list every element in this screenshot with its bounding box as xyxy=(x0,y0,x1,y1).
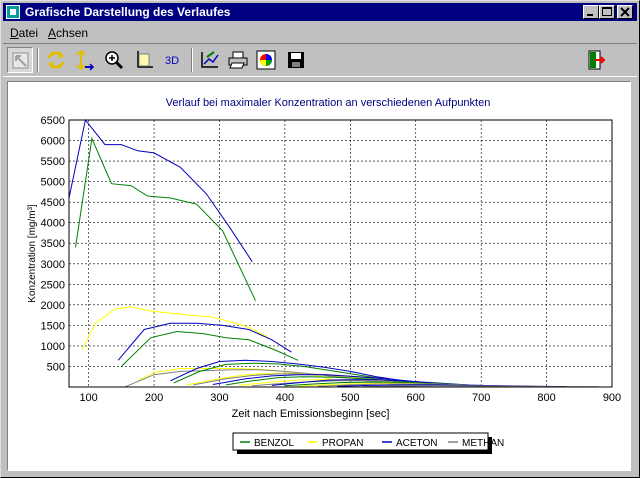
series-line-benzol-1 xyxy=(75,136,256,301)
refresh-button[interactable] xyxy=(43,47,69,73)
close-icon xyxy=(620,7,630,17)
y-tick-label: 2500 xyxy=(41,279,65,291)
menu-datei-accel: D xyxy=(10,26,19,40)
toolbar-separator xyxy=(37,48,39,72)
app-icon[interactable] xyxy=(6,5,20,19)
series-line-aceton-3 xyxy=(117,322,292,361)
chart-area: Verlauf bei maximaler Konzentration an v… xyxy=(7,81,631,471)
maximize-button[interactable] xyxy=(599,5,615,19)
3d-button[interactable]: 3D xyxy=(161,47,187,73)
toolbar: 3D xyxy=(3,43,637,77)
legend: BENZOL PROPAN ACETON METHAN xyxy=(232,432,504,454)
menu-datei-rest: atei xyxy=(18,26,39,40)
exit-button[interactable] xyxy=(583,47,609,73)
x-tick-label: 100 xyxy=(79,392,97,404)
frame-button[interactable] xyxy=(131,47,157,73)
y-tick-label: 4000 xyxy=(41,218,65,230)
y-tick-label: 3000 xyxy=(41,259,65,271)
title-bar[interactable]: Grafische Darstellung des Verlaufes xyxy=(3,3,637,21)
series-lines xyxy=(68,118,599,388)
window-title: Grafische Darstellung des Verlaufes xyxy=(25,5,231,19)
x-tick-label: 200 xyxy=(145,392,163,404)
exit-icon xyxy=(588,50,606,70)
x-tick-label: 800 xyxy=(537,392,555,404)
concentration-chart: Verlauf bei maximaler Konzentration an v… xyxy=(27,97,621,454)
x-tick-label: 300 xyxy=(210,392,228,404)
color-palette-button[interactable] xyxy=(253,47,279,73)
y-tick-label: 1000 xyxy=(41,341,65,353)
legend-label-propan: PROPAN xyxy=(322,438,364,449)
y-tick-label: 2000 xyxy=(41,300,65,312)
y-tick-label: 1500 xyxy=(41,320,65,332)
chart-edit-icon xyxy=(201,51,219,68)
save-button[interactable] xyxy=(283,47,309,73)
grid xyxy=(69,119,613,387)
main-window: Grafische Darstellung des Verlaufes Date… xyxy=(0,0,640,478)
y-tick-label: 6500 xyxy=(41,115,65,127)
y-tick-label: 500 xyxy=(47,361,65,373)
y-tick-label: 3500 xyxy=(41,238,65,250)
close-button[interactable] xyxy=(617,5,633,19)
x-axis-label: Zeit nach Emissionsbeginn [sec] xyxy=(232,408,390,420)
menu-datei[interactable]: Datei xyxy=(10,26,38,40)
plot-frame xyxy=(68,119,613,388)
maximize-icon xyxy=(602,7,612,16)
menu-bar: Datei Achsen xyxy=(3,23,637,41)
y-tick-label: 6000 xyxy=(41,136,65,148)
menu-achsen-rest: chsen xyxy=(56,26,89,40)
x-tick-label: 900 xyxy=(603,392,621,404)
minimize-icon xyxy=(587,14,593,16)
print-icon xyxy=(228,51,248,69)
legend-label-aceton: ACETON xyxy=(396,438,438,449)
x-tick-label: 700 xyxy=(472,392,490,404)
color-palette-icon xyxy=(256,50,276,70)
y-axis-ticks: 500 1000 1500 2000 2500 3000 3500 4000 4500 5000 5… xyxy=(41,115,65,373)
toolbar-separator xyxy=(191,48,193,72)
y-tick-label: 5000 xyxy=(41,177,65,189)
zoom-icon xyxy=(105,51,124,70)
minimize-button[interactable] xyxy=(583,5,599,19)
y-tick-label: 4500 xyxy=(41,197,65,209)
3d-icon: 3D xyxy=(165,55,179,67)
legend-label-benzol: BENZOL xyxy=(254,438,294,449)
legend-label-methan: METHAN xyxy=(462,438,504,449)
chart-title: Verlauf bei maximaler Konzentration an v… xyxy=(166,97,491,109)
save-icon xyxy=(288,52,304,68)
menu-achsen[interactable]: Achsen xyxy=(48,26,88,40)
y-tick-label: 5500 xyxy=(41,156,65,168)
x-axis-ticks: 100 200 300 400 500 600 700 800 900 xyxy=(79,392,621,404)
axis-scale-button[interactable] xyxy=(71,47,97,73)
y-axis-label: Konzentration [mg/m³] xyxy=(27,204,38,303)
3d-label: 3D xyxy=(165,55,179,67)
chart-edit-button[interactable] xyxy=(197,47,223,73)
select-tool-button[interactable] xyxy=(7,47,33,73)
print-button[interactable] xyxy=(225,47,251,73)
x-tick-label: 600 xyxy=(407,392,425,404)
axis-scale-icon xyxy=(76,49,95,71)
zoom-button[interactable] xyxy=(101,47,127,73)
frame-icon xyxy=(137,51,153,68)
refresh-icon xyxy=(47,51,65,69)
series-line-aceton-0 xyxy=(68,118,253,262)
x-tick-label: 500 xyxy=(341,392,359,404)
x-tick-label: 400 xyxy=(276,392,294,404)
menu-achsen-accel: A xyxy=(48,26,57,40)
arrow-select-icon xyxy=(12,52,29,69)
